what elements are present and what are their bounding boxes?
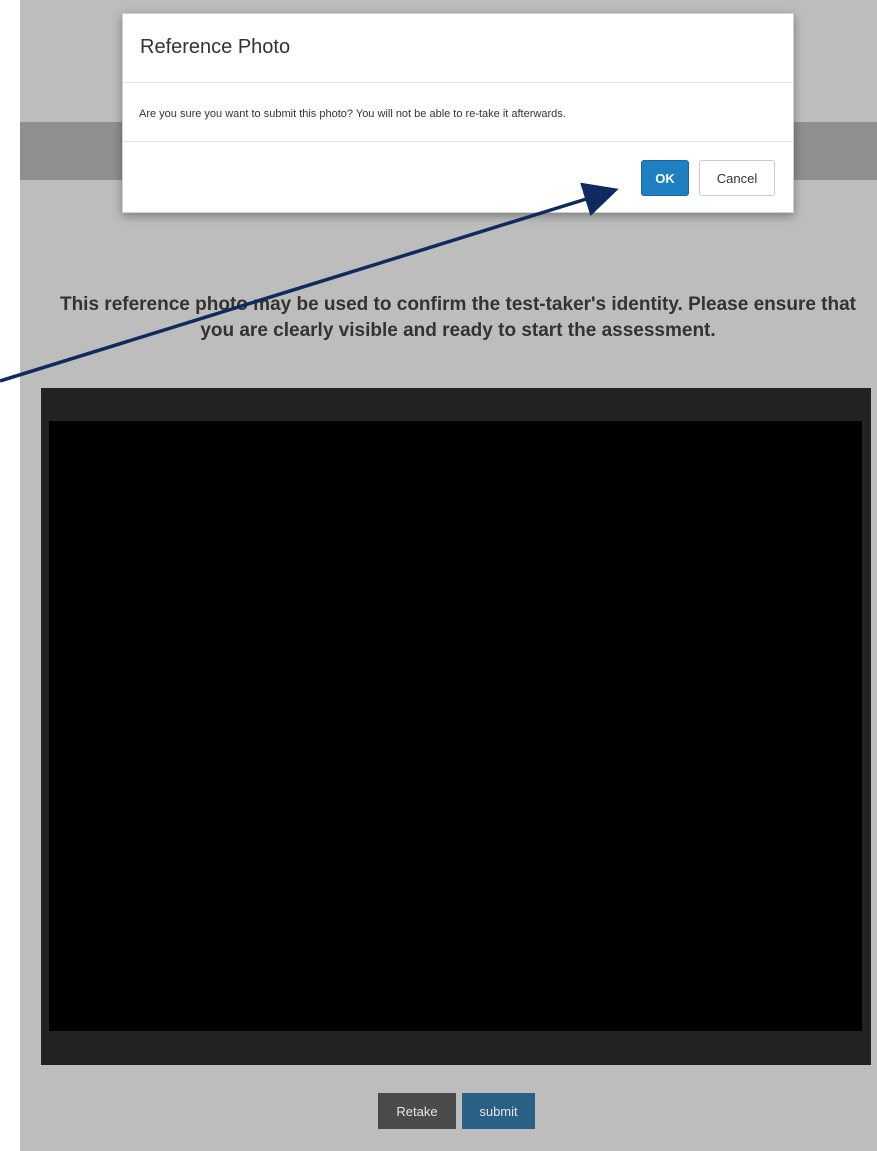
dialog-title: Reference Photo bbox=[140, 36, 291, 58]
dialog-footer-divider bbox=[123, 141, 793, 143]
cancel-button[interactable]: Cancel bbox=[699, 160, 775, 196]
dialog-message: Are you sure you want to submit this pho… bbox=[139, 108, 566, 120]
page: This reference photo may be used to conf… bbox=[0, 0, 877, 1151]
confirm-dialog: Reference Photo Are you sure you want to… bbox=[122, 13, 794, 213]
dialog-header: Reference Photo bbox=[123, 14, 793, 83]
ok-button[interactable]: OK bbox=[641, 160, 689, 196]
